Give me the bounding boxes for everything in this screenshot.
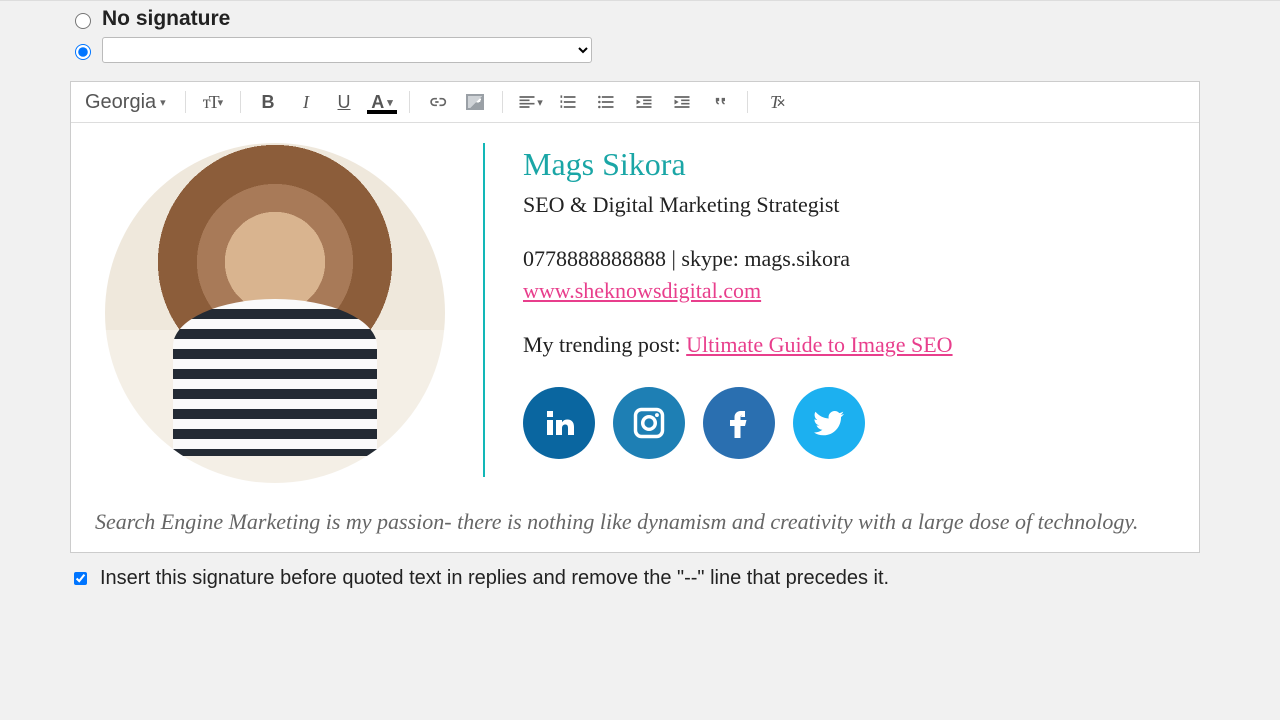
remove-format-icon: T✕ [770, 92, 780, 113]
trending-post-link[interactable]: Ultimate Guide to Image SEO [686, 332, 952, 357]
numbered-list-icon [558, 92, 578, 112]
toolbar-separator [502, 91, 503, 113]
chevron-down-icon: ▾ [160, 96, 166, 109]
signature-contact-line: 0778888888888 | skype: mags.sikora [523, 243, 953, 275]
chevron-down-icon: ▾ [537, 96, 543, 109]
instagram-icon [631, 405, 667, 441]
indent-less-icon [634, 92, 654, 112]
avatar [105, 143, 445, 483]
font-size-icon: тT [203, 92, 218, 113]
linkedin-icon [541, 405, 577, 441]
signature-skype: mags.sikora [744, 246, 850, 271]
facebook-button[interactable] [703, 387, 775, 459]
chevron-down-icon: ▾ [218, 96, 224, 109]
indent-more-button[interactable] [665, 88, 699, 116]
editor-toolbar: Georgia ▾ тT ▾ B I U A ▾ [71, 82, 1199, 123]
vertical-divider [483, 143, 485, 477]
text-color-button[interactable]: A ▾ [365, 88, 399, 116]
bold-button[interactable]: B [251, 88, 285, 116]
font-size-button[interactable]: тT ▾ [196, 88, 230, 116]
indent-less-button[interactable] [627, 88, 661, 116]
bulleted-list-button[interactable] [589, 88, 623, 116]
signature-editor: Georgia ▾ тT ▾ B I U A ▾ [70, 81, 1200, 553]
use-signature-radio[interactable] [75, 44, 91, 60]
insert-before-quote-label: Insert this signature before quoted text… [100, 567, 889, 590]
signature-website-link[interactable]: www.sheknowsdigital.com [523, 278, 761, 303]
align-button[interactable]: ▾ [513, 88, 547, 116]
underline-button[interactable]: U [327, 88, 361, 116]
bulleted-list-icon [596, 92, 616, 112]
signature-phone: 0778888888888 [523, 246, 666, 271]
font-family-label: Georgia [85, 91, 156, 114]
social-icons [523, 387, 953, 459]
toolbar-separator [409, 91, 410, 113]
toolbar-separator [185, 91, 186, 113]
no-signature-radio[interactable] [75, 13, 91, 29]
facebook-icon [721, 405, 757, 441]
font-family-picker[interactable]: Georgia ▾ [79, 89, 175, 116]
signature-select[interactable] [102, 37, 592, 63]
signature-title: SEO & Digital Marketing Strategist [523, 189, 953, 221]
linkedin-button[interactable] [523, 387, 595, 459]
blockquote-button[interactable] [703, 88, 737, 116]
trending-label: My trending post: [523, 332, 686, 357]
insert-before-quote-checkbox[interactable] [74, 572, 87, 585]
align-left-icon [517, 92, 537, 112]
underline-icon: U [338, 92, 351, 113]
italic-button[interactable]: I [289, 88, 323, 116]
quote-icon [710, 92, 730, 112]
bold-icon: B [262, 92, 275, 113]
signature-trending-line: My trending post: Ultimate Guide to Imag… [523, 329, 953, 361]
signature-tagline: Search Engine Marketing is my passion- t… [95, 507, 1175, 538]
italic-icon: I [303, 92, 309, 113]
twitter-icon [811, 405, 847, 441]
link-button[interactable] [420, 88, 454, 116]
instagram-button[interactable] [613, 387, 685, 459]
insert-image-button[interactable] [458, 88, 492, 116]
numbered-list-button[interactable] [551, 88, 585, 116]
no-signature-label: No signature [102, 7, 230, 31]
toolbar-separator [240, 91, 241, 113]
chevron-down-icon: ▾ [387, 96, 393, 109]
remove-formatting-button[interactable]: T✕ [758, 88, 792, 116]
signature-content[interactable]: Mags Sikora SEO & Digital Marketing Stra… [71, 123, 1199, 552]
image-icon [466, 94, 484, 110]
link-icon [427, 92, 447, 112]
indent-more-icon [672, 92, 692, 112]
signature-info: Mags Sikora SEO & Digital Marketing Stra… [523, 137, 953, 459]
toolbar-separator [747, 91, 748, 113]
signature-name: Mags Sikora [523, 141, 953, 187]
twitter-button[interactable] [793, 387, 865, 459]
